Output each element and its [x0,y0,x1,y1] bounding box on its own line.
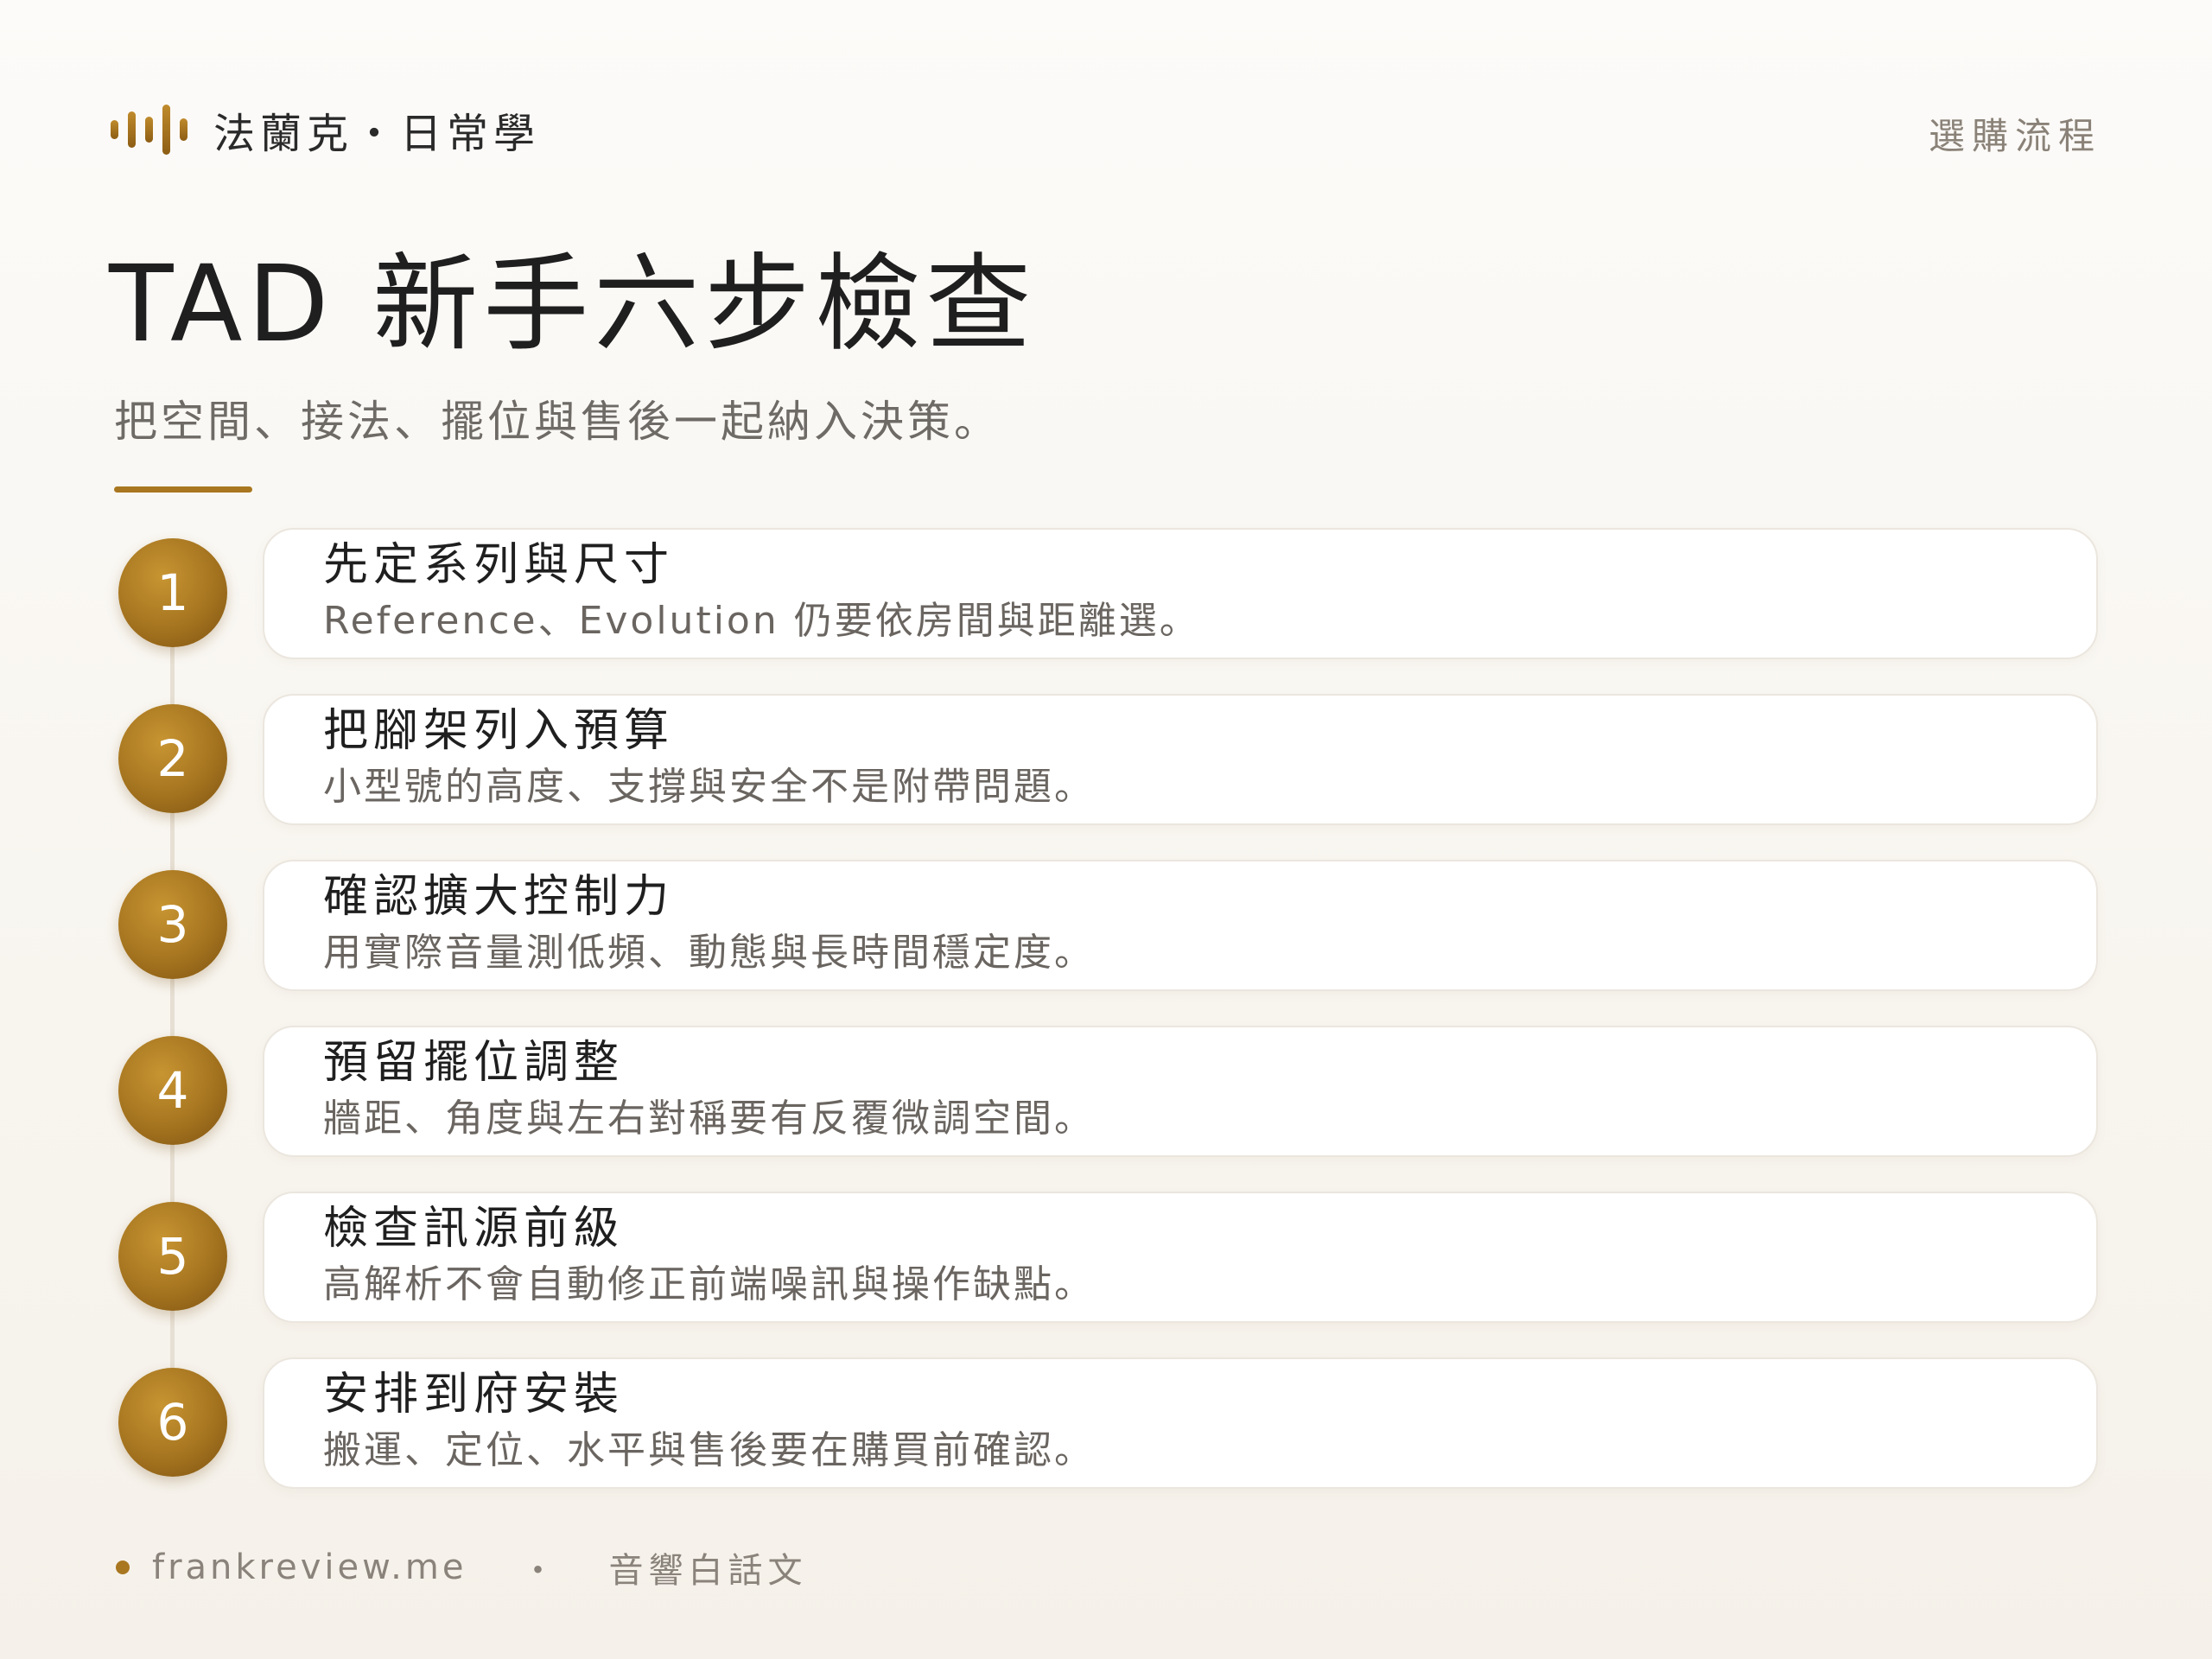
step-description: 小型號的高度、支撐與安全不是附帶問題。 [323,765,1095,809]
step-title: 安排到府安裝 [323,1369,625,1421]
step-description: 搬運、定位、水平與售後要在購買前確認。 [323,1428,1095,1472]
brand-logo: 法蘭克・日常學 [111,105,540,158]
step-item: 2 把腳架列入預算 小型號的高度、支撐與安全不是附帶問題。 [0,694,2212,825]
step-title: 把腳架列入預算 [323,705,675,757]
step-description: 用實際音量測低頻、動態與長時間穩定度。 [323,931,1095,975]
step-card: 先定系列與尺寸 Reference、Evolution 仍要依房間與距離選。 [263,528,2098,659]
step-title: 檢查訊源前級 [323,1203,625,1255]
page-subtitle: 把空間、接法、擺位與售後一起納入決策。 [114,397,1001,447]
bullet-dot-icon [116,1560,130,1574]
step-title: 先定系列與尺寸 [323,539,675,591]
step-number-badge: 4 [118,1036,227,1145]
step-card: 確認擴大控制力 用實際音量測低頻、動態與長時間穩定度。 [263,860,2098,991]
step-number-badge: 1 [118,538,227,647]
step-card: 預留擺位調整 牆距、角度與左右對稱要有反覆微調空間。 [263,1026,2098,1157]
sound-wave-icon [111,105,188,155]
step-description: 牆距、角度與左右對稱要有反覆微調空間。 [323,1096,1095,1141]
step-card: 檢查訊源前級 高解析不會自動修正前端噪訊與操作缺點。 [263,1192,2098,1323]
step-item: 6 安排到府安裝 搬運、定位、水平與售後要在購買前確認。 [0,1357,2212,1489]
slide: { "brand": { "name": "法蘭克・日常學", "icon": … [0,0,2212,1659]
step-card: 把腳架列入預算 小型號的高度、支撐與安全不是附帶問題。 [263,694,2098,825]
footer-site-link[interactable]: frankreview.me [152,1548,467,1587]
footer-slogan: 音響白話文 [608,1551,808,1591]
step-title: 預留擺位調整 [323,1037,625,1089]
step-item: 4 預留擺位調整 牆距、角度與左右對稱要有反覆微調空間。 [0,1026,2212,1157]
step-number-badge: 3 [118,870,227,979]
step-description: 高解析不會自動修正前端噪訊與操作缺點。 [323,1262,1095,1306]
brand-name: 法蘭克・日常學 [213,110,541,158]
step-description: Reference、Evolution 仍要依房間與距離選。 [323,599,1200,643]
page-title: TAD 新手六步檢查 [109,243,1037,365]
footer: frankreview.me ・ 音響白話文 [116,1541,807,1593]
footer-separator: ・ [520,1551,556,1591]
step-item: 3 確認擴大控制力 用實際音量測低頻、動態與長時間穩定度。 [0,860,2212,991]
step-number-badge: 6 [118,1368,227,1477]
step-number-badge: 2 [118,704,227,813]
step-card: 安排到府安裝 搬運、定位、水平與售後要在購買前確認。 [263,1357,2098,1489]
step-title: 確認擴大控制力 [323,871,675,923]
step-number-badge: 5 [118,1202,227,1311]
title-underline [114,486,252,493]
section-tag: 選購流程 [1928,115,2101,157]
step-item: 5 檢查訊源前級 高解析不會自動修正前端噪訊與操作缺點。 [0,1192,2212,1323]
step-item: 1 先定系列與尺寸 Reference、Evolution 仍要依房間與距離選。 [0,528,2212,659]
